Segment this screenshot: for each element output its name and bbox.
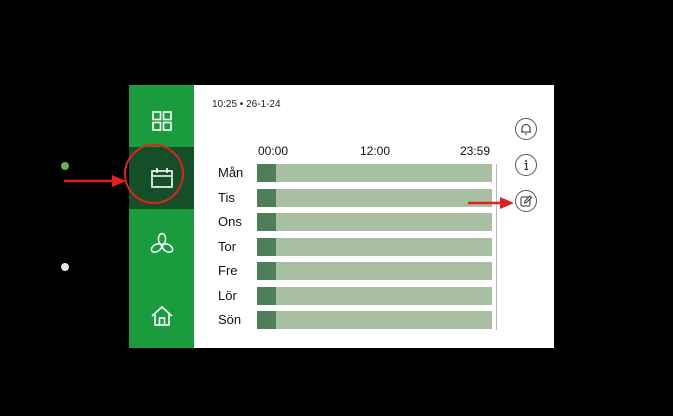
- info-button[interactable]: [515, 154, 537, 176]
- annotation-highlight-circle: [124, 144, 184, 204]
- annotation-arrow-schedule: [64, 175, 126, 187]
- day-label: Sön: [218, 312, 242, 327]
- device-screen: 10:25 • 26-1-24 00:00 12:00 23:59 Mån Tis…: [129, 85, 554, 348]
- grid-icon: [151, 111, 172, 131]
- status-led-green: [61, 162, 69, 170]
- schedule-bar-active-segment: [257, 286, 276, 305]
- info-icon: [524, 160, 528, 171]
- schedule-bar-active-segment: [257, 188, 276, 207]
- schedule-bar-active-segment: [257, 311, 276, 329]
- day-label: Fre: [218, 263, 238, 278]
- time-axis-start: 00:00: [258, 144, 289, 158]
- schedule-bar[interactable]: [257, 262, 492, 280]
- edit-schedule-button[interactable]: [515, 190, 537, 212]
- day-label: Tor: [218, 238, 237, 254]
- time-axis-end: 23:59: [460, 144, 491, 158]
- edit-icon: [520, 195, 533, 207]
- schedule-bar[interactable]: [257, 164, 492, 182]
- day-label: Ons: [218, 214, 242, 229]
- time-axis-mid: 12:00: [360, 144, 391, 158]
- home-icon: [150, 305, 173, 326]
- schedule-bar[interactable]: [257, 213, 492, 231]
- schedule-row[interactable]: Lör: [218, 285, 494, 307]
- schedule-bar-active-segment: [257, 213, 276, 231]
- annotation-arrow-edit: [468, 197, 514, 209]
- schedule-row[interactable]: Sön: [218, 309, 494, 331]
- day-label: Lör: [218, 287, 237, 303]
- day-label: Mån: [218, 165, 244, 180]
- notifications-button[interactable]: [515, 118, 537, 140]
- schedule-row[interactable]: Tor: [218, 236, 494, 258]
- datetime-display: 10:25 • 26-1-24: [212, 99, 281, 110]
- schedule-bar-active-segment: [257, 237, 276, 256]
- schedule-divider: [496, 164, 497, 330]
- nav-dashboard-button[interactable]: [129, 96, 194, 146]
- schedule-bar[interactable]: [257, 286, 492, 305]
- schedule-bar[interactable]: [257, 311, 492, 329]
- schedule-bar-active-segment: [257, 164, 276, 182]
- day-label: Tis: [218, 189, 235, 205]
- schedule-row[interactable]: Fre: [218, 260, 494, 282]
- schedule-bar-active-segment: [257, 262, 276, 280]
- fan-icon: [150, 232, 173, 253]
- status-led-white: [61, 263, 69, 271]
- schedule-row[interactable]: Mån: [218, 162, 494, 184]
- schedule-bar[interactable]: [257, 188, 492, 207]
- bell-icon: [521, 123, 531, 135]
- nav-fan-button[interactable]: [129, 219, 194, 269]
- schedule-row[interactable]: Ons: [218, 211, 494, 233]
- schedule-row[interactable]: Tis: [218, 187, 494, 209]
- schedule-bar[interactable]: [257, 237, 492, 256]
- nav-home-button[interactable]: [129, 291, 194, 341]
- sidebar: [129, 85, 194, 348]
